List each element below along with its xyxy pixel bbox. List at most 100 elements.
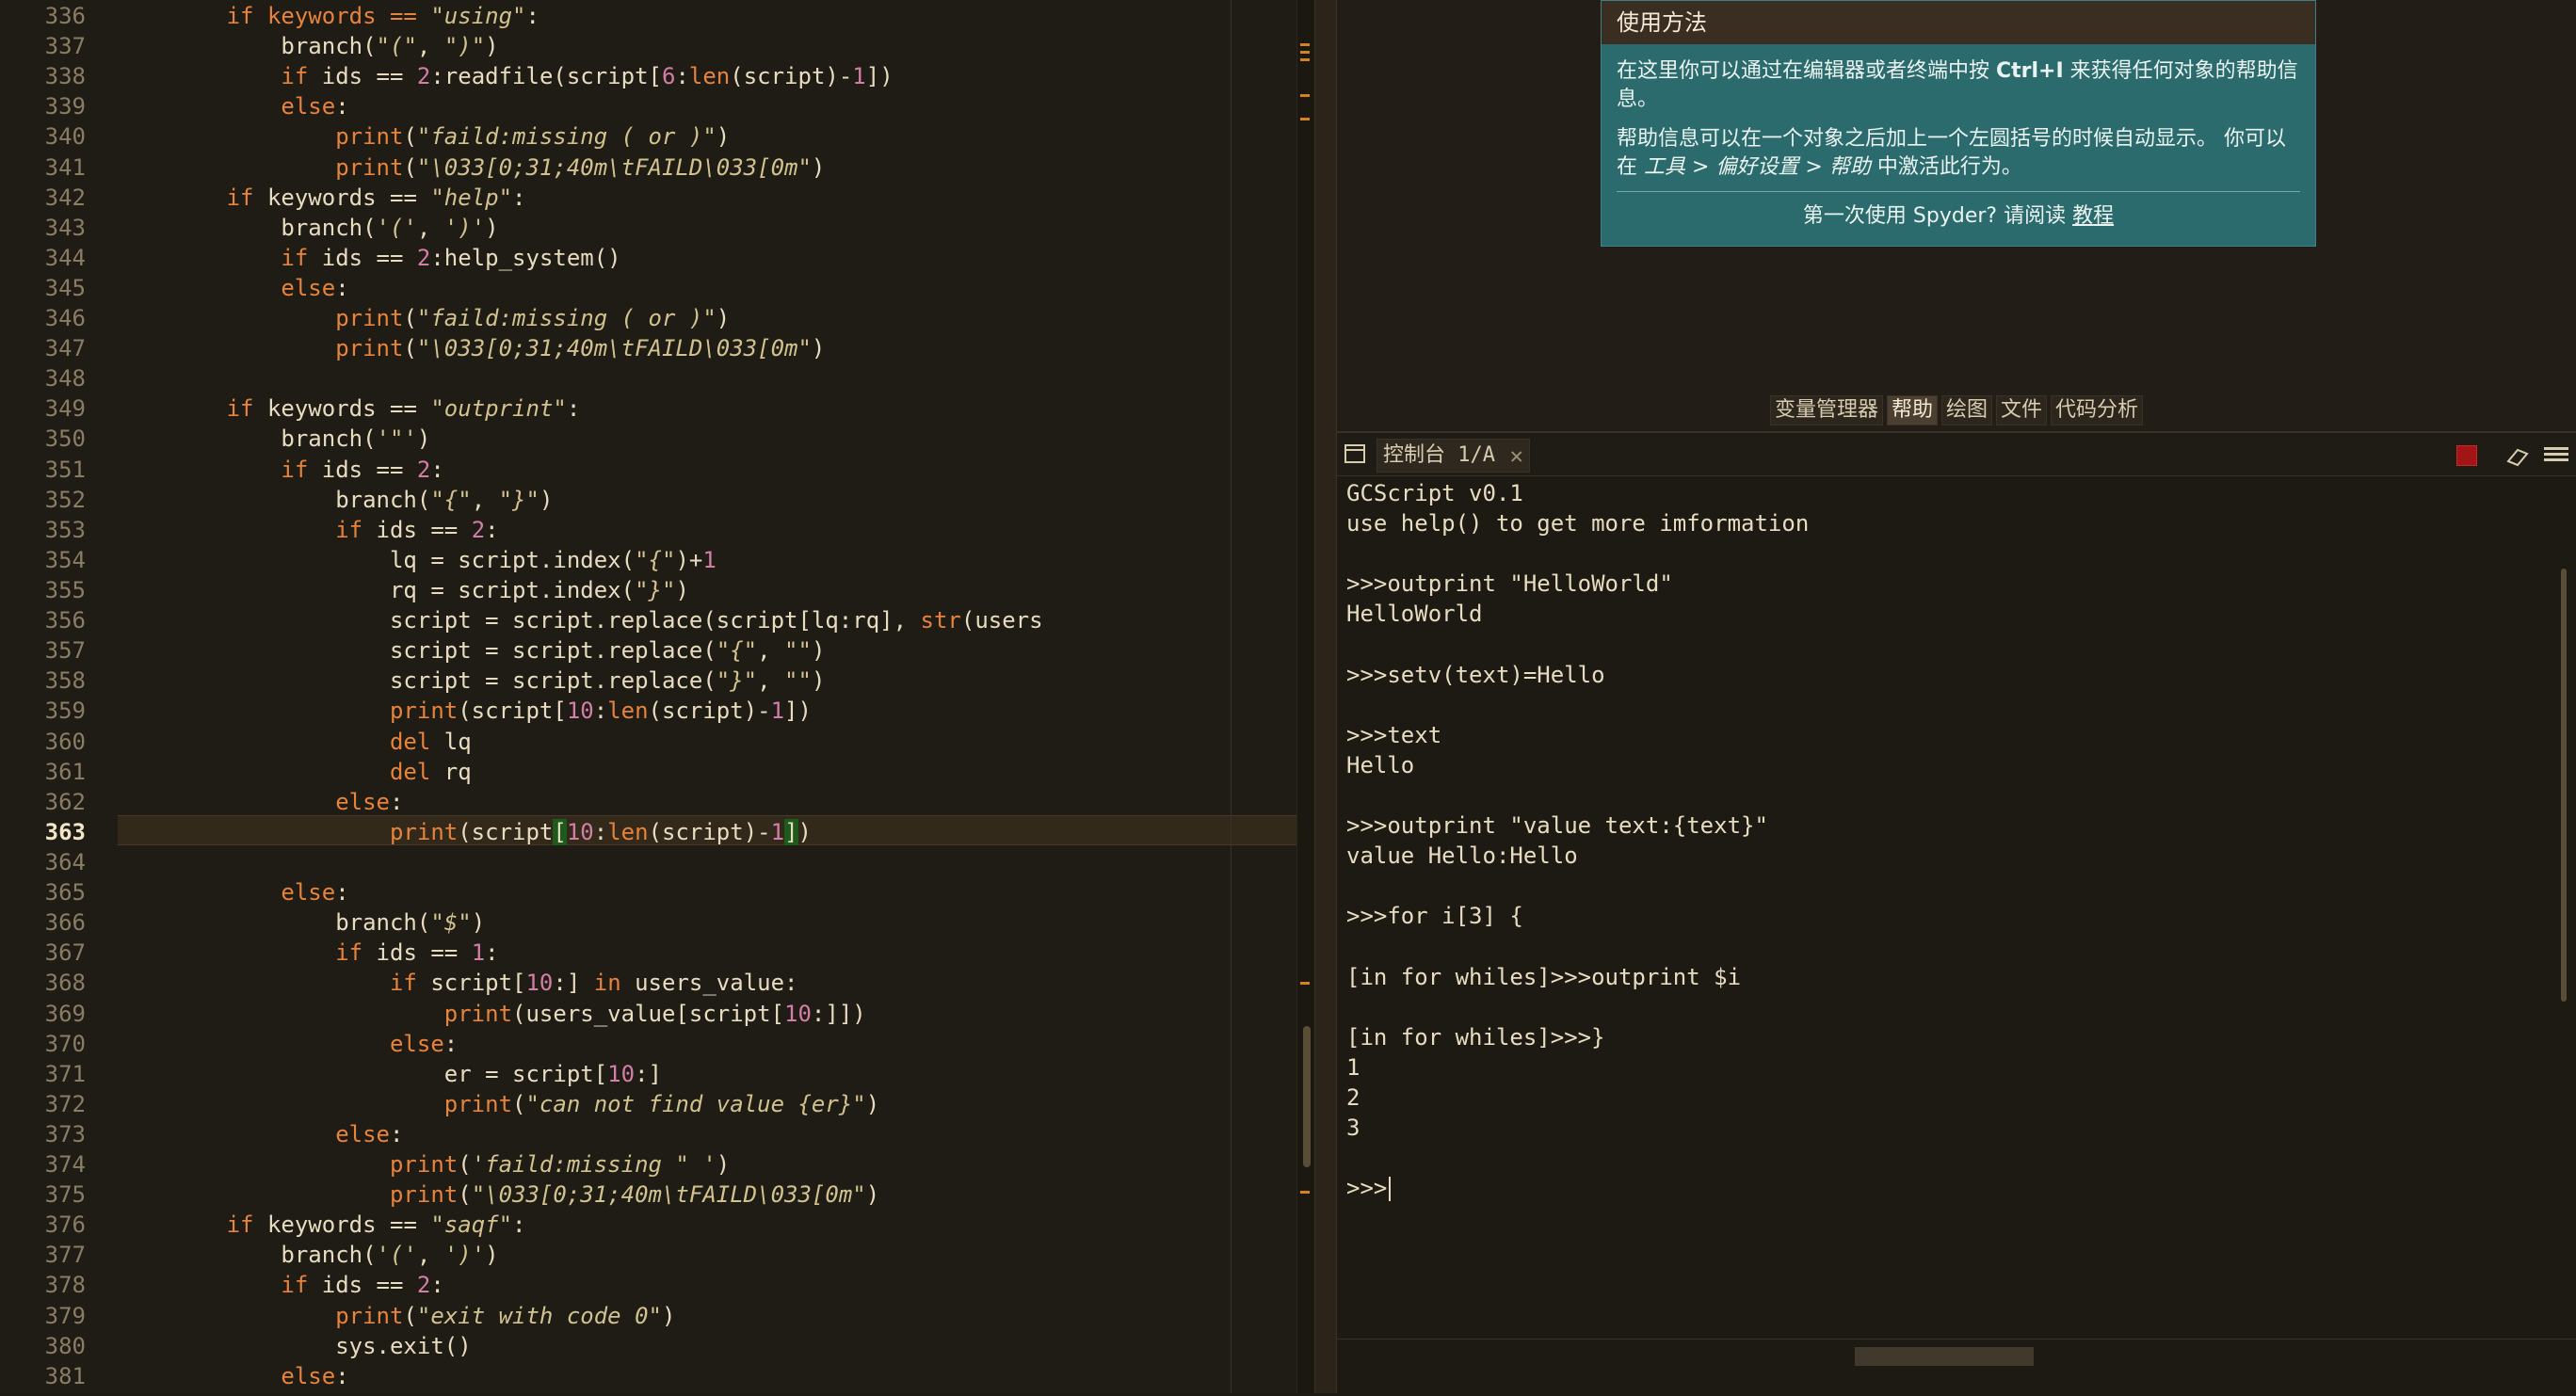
code-line[interactable]: print("\033[0;31;40m\tFAILD\033[0m") [118, 152, 825, 183]
code-line[interactable]: if ids == 2: [118, 455, 443, 485]
code-line[interactable]: if keywords == "using": [118, 1, 539, 31]
code-line[interactable]: if ids == 1: [118, 938, 498, 968]
console-line: HelloWorld [1346, 601, 1483, 628]
line-number: 357 [44, 637, 86, 665]
code-line[interactable]: print("\033[0;31;40m\tFAILD\033[0m") [118, 1179, 879, 1210]
ipython-console[interactable]: 控制台 1/A ✕ GCScript v0.1 use help() to get… [1337, 431, 2576, 1396]
text-caret [1389, 1177, 1392, 1202]
console-line: 3 [1346, 1115, 1360, 1142]
code-line[interactable]: if script[10:] in users_value: [118, 968, 798, 998]
line-number: 351 [44, 456, 86, 483]
code-line[interactable]: else: [118, 787, 403, 817]
code-line[interactable]: print("exit with code 0") [118, 1301, 675, 1331]
line-number: 358 [44, 667, 86, 695]
pane-splitter[interactable] [1314, 0, 1337, 1393]
line-number-gutter: 336 337 338 339 340 341 342 343 344 345 346 347 348 3… [0, 0, 99, 1393]
window-icon[interactable] [1344, 444, 1365, 463]
code-line[interactable]: sys.exit() [118, 1331, 472, 1361]
code-line[interactable]: print(script[10:len(script)-1]) [118, 696, 812, 726]
help-paragraph-1: 在这里你可以通过在编辑器或者终端中按 Ctrl+I 来获得任何对象的帮助信息。 [1617, 59, 2298, 111]
code-editor[interactable]: 336 337 338 339 340 341 342 343 344 345 346 347 348 3… [0, 0, 1314, 1393]
code-line[interactable]: script = script.replace("{", "") [118, 635, 825, 666]
tab-files[interactable]: 文件 [1996, 395, 2048, 425]
code-line[interactable]: print(script[10:len(script)-1]) [118, 817, 812, 847]
code-line[interactable]: if keywords == "help": [118, 183, 526, 213]
code-line[interactable]: print("faild:missing ( or )") [118, 303, 730, 333]
code-line[interactable]: print('faild:missing " ') [118, 1149, 730, 1179]
line-number: 354 [44, 546, 86, 573]
editor-scroll-thumb[interactable] [1303, 1026, 1311, 1167]
tab-code-analysis[interactable]: 代码分析 [2051, 395, 2144, 425]
help-divider [1617, 191, 2300, 192]
code-line[interactable]: else: [118, 1361, 348, 1391]
line-number: 353 [44, 516, 86, 543]
console-line: 2 [1346, 1084, 1360, 1112]
code-line[interactable]: print("faild:missing ( or )") [118, 121, 730, 152]
code-line[interactable]: if ids == 2:readfile(script[6:len(script… [118, 61, 893, 91]
tab-plots[interactable]: 绘图 [1940, 395, 1992, 425]
line-number: 374 [44, 1151, 86, 1179]
code-line[interactable]: if ids == 2: [118, 515, 498, 545]
line-number: 350 [44, 425, 86, 453]
code-line[interactable]: else: [118, 273, 348, 303]
code-line[interactable]: else: [118, 877, 348, 907]
code-line[interactable]: lq = script.index("{")+1 [118, 545, 716, 575]
tab-help[interactable]: 帮助 [1886, 395, 1938, 425]
help-usage-box: 使用方法 在这里你可以通过在编辑器或者终端中按 Ctrl+I 来获得任何对象的帮… [1601, 0, 2316, 247]
line-number: 378 [44, 1272, 86, 1299]
console-scroll-thumb[interactable] [2561, 569, 2567, 1002]
line-number: 365 [44, 879, 86, 907]
code-line[interactable]: del lq [118, 727, 472, 757]
line-number: 362 [44, 788, 86, 815]
menu-icon[interactable] [2544, 444, 2568, 467]
code-line[interactable]: branch("$") [118, 907, 485, 938]
tutorial-link[interactable]: 教程 [2072, 204, 2114, 228]
code-line[interactable]: if ids == 2:help_system() [118, 243, 620, 273]
close-icon[interactable]: ✕ [1510, 440, 1523, 472]
line-number: 346 [44, 305, 86, 332]
code-line[interactable]: print(users_value[script[10:]]) [118, 999, 866, 1029]
bottom-tab-strip[interactable] [1855, 1347, 2034, 1366]
line-number: 339 [44, 93, 86, 120]
console-scrollbar[interactable] [2557, 478, 2570, 1325]
editor-scrollbar[interactable] [1296, 0, 1314, 1393]
code-line[interactable]: if ids == 2: [118, 1270, 443, 1300]
line-number: 345 [44, 274, 86, 301]
console-prompt[interactable]: >>> [1346, 1173, 1392, 1203]
code-line[interactable]: print("\033[0;31;40m\tFAILD\033[0m") [118, 333, 825, 363]
stop-icon[interactable] [2456, 445, 2477, 466]
code-line[interactable]: er = script[10:] [118, 1059, 662, 1089]
code-area[interactable]: if keywords == "using": branch("(", ")")… [118, 0, 1295, 1393]
code-line[interactable]: else: [118, 1029, 458, 1059]
code-line[interactable]: else: [118, 91, 348, 121]
code-line[interactable]: branch('(', ')') [118, 1240, 498, 1270]
code-line[interactable]: if keywords == "saqf": [118, 1210, 526, 1240]
help-title: 使用方法 [1602, 1, 2315, 44]
eraser-icon[interactable] [2504, 444, 2531, 467]
line-number: 337 [44, 33, 86, 60]
code-line[interactable]: script = script.replace(script[lq:rq], s… [118, 605, 1043, 635]
code-line[interactable]: branch("(", ")") [118, 31, 498, 61]
shortcut-key: Ctrl+I [1996, 59, 2064, 83]
warning-marker [1300, 51, 1310, 54]
code-line[interactable]: script = script.replace("}", "") [118, 666, 825, 696]
help-paragraph-2: 帮助信息可以在一个对象之后加上一个左圆括号的时候自动显示。 你可以在 工具 > … [1617, 127, 2286, 179]
code-line[interactable]: else: [118, 1119, 403, 1149]
console-line: >>>outprint "value text:{text}" [1346, 812, 1768, 840]
code-line[interactable]: if keywords == "outprint": [118, 393, 581, 424]
console-line: >>>setv(text)=Hello [1346, 661, 1605, 688]
code-line[interactable]: branch("{", "}") [118, 485, 553, 515]
line-number: 360 [44, 728, 86, 755]
line-number: 371 [44, 1060, 86, 1087]
code-line[interactable]: del rq [118, 757, 472, 787]
console-line: 1 [1346, 1054, 1360, 1082]
code-line[interactable]: branch('(', ')') [118, 213, 498, 243]
code-line[interactable]: branch('"') [118, 424, 430, 454]
code-line[interactable]: rq = script.index("}") [118, 575, 689, 605]
tab-variable-explorer[interactable]: 变量管理器 [1769, 395, 1883, 425]
console-output[interactable]: GCScript v0.1 use help() to get more imfo… [1346, 478, 2552, 1344]
console-line: use help() to get more imformation [1346, 510, 1810, 538]
code-line[interactable]: print("can not find value {er}") [118, 1089, 879, 1119]
line-number: 380 [44, 1332, 86, 1359]
console-tab[interactable]: 控制台 1/A ✕ [1377, 439, 1530, 473]
